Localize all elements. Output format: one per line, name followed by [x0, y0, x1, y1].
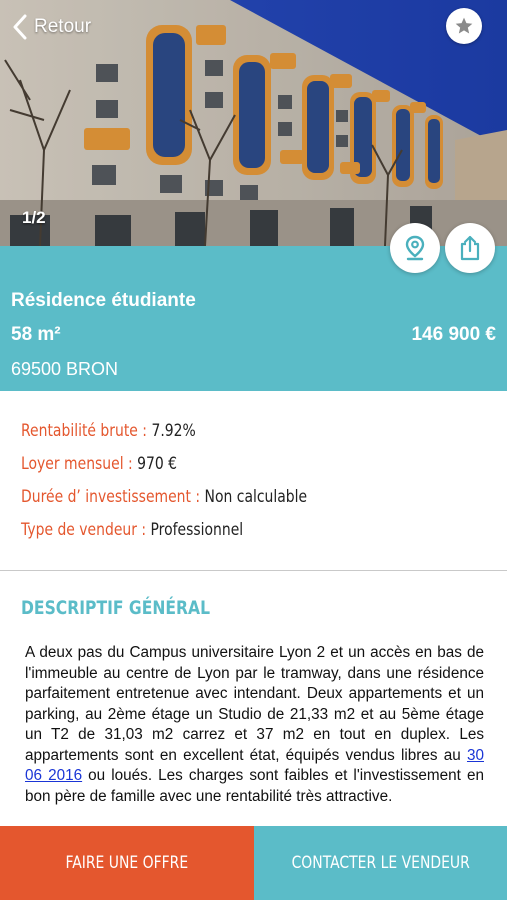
- listing-price: 146 900 €: [411, 324, 496, 345]
- map-button[interactable]: [390, 223, 440, 273]
- back-button[interactable]: Retour: [12, 14, 91, 40]
- detail-value: 7.92%: [151, 421, 196, 441]
- listing-area: 58 m²: [11, 324, 61, 345]
- contact-seller-label: CONTACTER LE VENDEUR: [291, 853, 470, 873]
- description-text: A deux pas du Campus universitaire Lyon …: [25, 643, 484, 826]
- share-icon: [460, 235, 480, 261]
- back-label: Retour: [34, 16, 92, 37]
- investment-details: Rentabilité brute : 7.92% Loyer mensuel …: [0, 391, 507, 571]
- detail-label: Durée d’ investissement :: [21, 487, 201, 507]
- listing-city: 69500 BRON: [11, 359, 119, 379]
- make-offer-label: FAIRE UNE OFFRE: [65, 853, 189, 873]
- detail-row-rentabilite: Rentabilité brute : 7.92%: [21, 421, 196, 441]
- make-offer-button[interactable]: FAIRE UNE OFFRE: [0, 826, 254, 900]
- detail-label: Rentabilité brute :: [21, 421, 148, 441]
- share-button[interactable]: [445, 223, 495, 273]
- detail-row-duree: Durée d’ investissement : Non calculable: [21, 487, 307, 507]
- detail-value: Non calculable: [204, 487, 308, 507]
- gallery-counter: 1/2: [22, 208, 46, 227]
- photo-gallery[interactable]: Retour 1/2: [0, 0, 507, 246]
- listing-title: Résidence étudiante: [11, 290, 196, 311]
- detail-row-loyer: Loyer mensuel : 970 €: [21, 454, 177, 474]
- description-text-before: A deux pas du Campus universitaire Lyon …: [25, 644, 484, 764]
- detail-label: Type de vendeur :: [21, 520, 147, 540]
- map-pin-icon: [405, 235, 425, 261]
- listing-summary: Résidence étudiante 58 m² 146 900 € 6950…: [0, 246, 507, 391]
- detail-value: 970 €: [137, 454, 178, 474]
- detail-value: Professionnel: [150, 520, 244, 540]
- chevron-left-icon: [13, 14, 27, 40]
- description-heading: DESCRIPTIF GÉNÉRAL: [21, 597, 211, 619]
- detail-label: Loyer mensuel :: [21, 454, 133, 474]
- contact-seller-button[interactable]: CONTACTER LE VENDEUR: [254, 826, 507, 900]
- favorite-button[interactable]: [446, 8, 482, 44]
- star-icon: [455, 17, 473, 34]
- description-text-after: ou loués. Les charges sont faibles et l'…: [25, 767, 484, 805]
- detail-row-vendeur: Type de vendeur : Professionnel: [21, 520, 243, 540]
